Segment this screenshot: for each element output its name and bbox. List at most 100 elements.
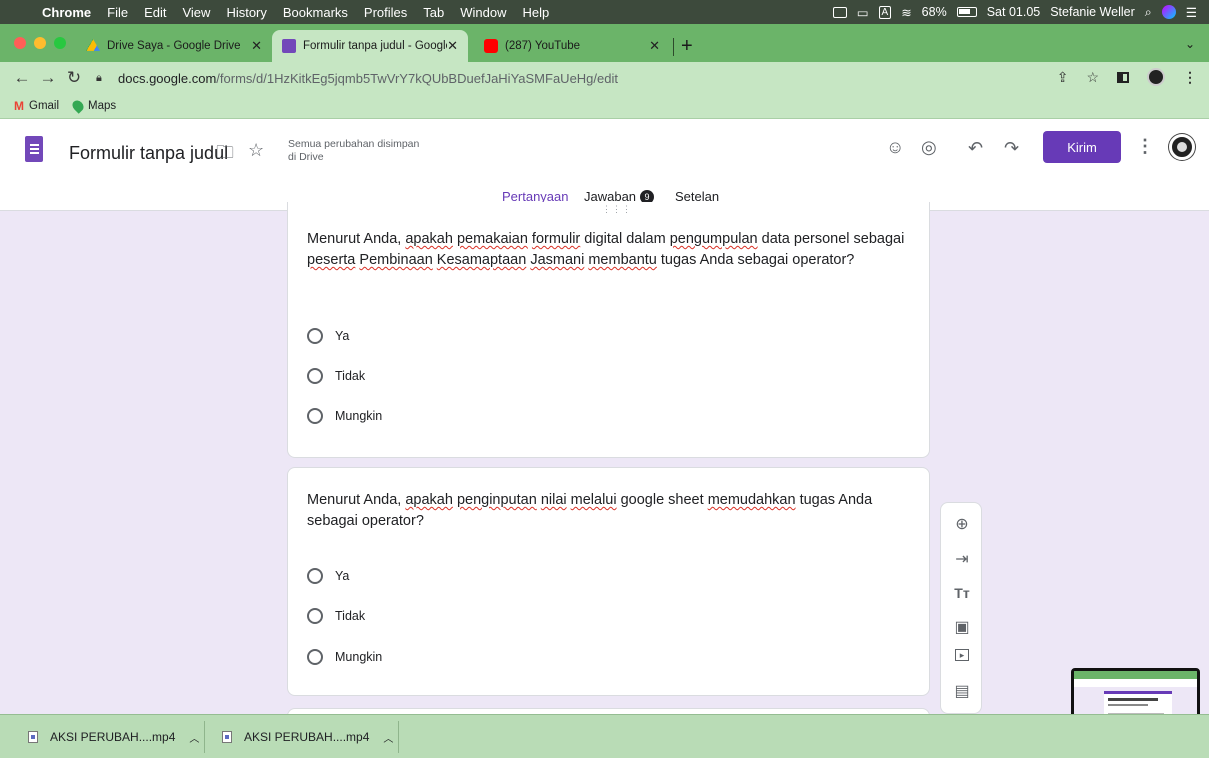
bookmark-maps[interactable]: Maps [70, 98, 116, 114]
menu-edit[interactable]: Edit [136, 5, 174, 20]
google-forms-logo-icon[interactable] [25, 136, 43, 162]
download-item[interactable]: AKSI PERUBAH....mp4 ︿ [28, 715, 199, 758]
tab-close-icon[interactable]: ✕ [447, 38, 458, 54]
bookmark-star-icon[interactable]: ☆ [1086, 69, 1099, 86]
spellcheck-word: penginputan [456, 492, 537, 508]
question-card[interactable]: ⋮⋮⋮ Menurut Anda, apakah pemakaian formu… [287, 202, 930, 458]
reload-icon[interactable]: ↻ [61, 68, 87, 88]
redo-icon[interactable]: ↷ [1004, 138, 1019, 159]
clock[interactable]: Sat 01.05 [987, 5, 1041, 19]
preview-eye-icon[interactable]: ◎ [921, 137, 937, 158]
lock-icon[interactable]: 🔒︎ [96, 72, 110, 85]
add-section-icon[interactable]: ▤ [941, 681, 983, 701]
battery-percent[interactable]: 68% [922, 5, 947, 19]
option-mungkin[interactable]: Mungkin [307, 408, 382, 424]
question-text[interactable]: Menurut Anda, apakah pemakaian formulir … [307, 229, 907, 271]
menu-app-chrome[interactable]: Chrome [34, 5, 99, 20]
forward-arrow-icon[interactable]: → [35, 68, 61, 88]
menu-profiles[interactable]: Profiles [356, 5, 415, 20]
user-name[interactable]: Stefanie Weller [1050, 5, 1135, 19]
question-text-segment: Menurut Anda, [307, 231, 406, 247]
battery-icon[interactable] [956, 7, 977, 17]
address-bar[interactable]: 🔒︎ docs.google.com/forms/d/1HzKitkEg5jqm… [96, 65, 1194, 91]
window-close-button[interactable] [14, 37, 26, 49]
tab-close-icon[interactable]: ✕ [251, 38, 262, 54]
profile-avatar-icon[interactable] [1147, 68, 1165, 86]
menu-view[interactable]: View [174, 5, 218, 20]
drag-handle-icon[interactable]: ⋮⋮⋮ [602, 204, 632, 215]
palette-icon[interactable]: ☺ [886, 137, 904, 158]
control-center-icon[interactable]: ☰ [1186, 5, 1197, 20]
question-text[interactable]: Menurut Anda, apakah penginputan nilai m… [307, 490, 907, 532]
radio-button[interactable] [307, 649, 323, 665]
window-minimize-button[interactable] [34, 37, 46, 49]
menu-tab[interactable]: Tab [415, 5, 452, 20]
side-panel-icon[interactable] [1117, 71, 1129, 83]
chevron-up-icon[interactable]: ︿ [189, 730, 199, 745]
spellcheck-word: Jasmani [530, 252, 585, 268]
window-zoom-button[interactable] [54, 37, 66, 49]
radio-button[interactable] [307, 328, 323, 344]
question-card[interactable]: Menurut Anda, apakah penginputan nilai m… [287, 467, 930, 696]
save-status-line: Semua perubahan disimpan [288, 138, 420, 150]
downloads-bar: AKSI PERUBAH....mp4 ︿ AKSI PERUBAH....mp… [0, 714, 1209, 758]
add-question-icon[interactable]: ⊕ [941, 514, 983, 534]
tab-youtube[interactable]: (287) YouTube ✕ [474, 30, 670, 62]
thumbnail-line [1108, 698, 1158, 701]
radio-button[interactable] [307, 408, 323, 424]
chevron-up-icon[interactable]: ︿ [383, 730, 393, 745]
account-avatar[interactable] [1169, 134, 1195, 160]
divider [204, 721, 205, 753]
menu-history[interactable]: History [218, 5, 274, 20]
undo-icon[interactable]: ↶ [968, 138, 983, 159]
radio-button[interactable] [307, 568, 323, 584]
option-tidak[interactable]: Tidak [307, 608, 365, 624]
folder-icon[interactable]: 🗀︎ [216, 140, 234, 170]
thumbnail-tabstrip [1074, 671, 1197, 679]
star-icon[interactable]: ☆ [248, 140, 264, 161]
import-questions-icon[interactable]: ⇥ [941, 549, 983, 569]
wifi-icon[interactable]: ≋ [901, 5, 911, 20]
menu-window[interactable]: Window [452, 5, 514, 20]
save-status: Semua perubahan disimpan di Drive [288, 138, 438, 164]
bookmark-gmail[interactable]: M Gmail [14, 99, 59, 113]
chrome-menu-icon[interactable]: ⋮ [1183, 69, 1197, 86]
screen-record-icon[interactable] [832, 6, 847, 18]
menu-bookmarks[interactable]: Bookmarks [275, 5, 356, 20]
option-mungkin[interactable]: Mungkin [307, 649, 382, 665]
siri-icon[interactable] [1161, 5, 1176, 19]
add-image-icon[interactable]: ▣ [941, 617, 983, 637]
radio-button[interactable] [307, 368, 323, 384]
option-ya[interactable]: Ya [307, 328, 349, 344]
option-ya[interactable]: Ya [307, 568, 349, 584]
spotlight-search-icon[interactable]: ⌕ [1145, 5, 1152, 20]
divider [398, 721, 399, 753]
back-arrow-icon[interactable]: ← [9, 68, 35, 88]
tab-search-chevron-icon[interactable]: ⌄ [1185, 37, 1195, 51]
menu-help[interactable]: Help [515, 5, 558, 20]
download-item[interactable]: AKSI PERUBAH....mp4 ︿ [222, 715, 393, 758]
save-status-line: di Drive [288, 151, 324, 163]
new-tab-button[interactable]: + [681, 35, 693, 58]
send-button[interactable]: Kirim [1043, 131, 1121, 163]
radio-button[interactable] [307, 608, 323, 624]
tab-close-icon[interactable]: ✕ [649, 38, 660, 54]
share-icon[interactable]: ⇪ [1057, 69, 1069, 86]
question-text-segment: google sheet [616, 492, 708, 508]
spellcheck-word: nilai [540, 492, 567, 508]
display-icon[interactable]: ▭ [857, 5, 869, 20]
option-tidak[interactable]: Tidak [307, 368, 365, 384]
thumbnail-header [1074, 679, 1197, 687]
add-video-icon[interactable]: ▸ [955, 649, 969, 661]
video-file-icon [222, 731, 232, 743]
tab-google-forms[interactable]: Formulir tanpa judul - Google F ✕ [272, 30, 468, 62]
add-title-icon[interactable]: Tт [941, 585, 983, 601]
more-options-icon[interactable]: ⋮ [1136, 136, 1154, 157]
form-title[interactable]: Formulir tanpa judul [69, 143, 228, 164]
forms-header: Formulir tanpa judul 🗀︎ ☆ Semua perubaha… [0, 119, 1209, 211]
tab-google-drive[interactable]: Drive Saya - Google Drive ✕ [76, 30, 272, 62]
google-drive-icon [86, 39, 100, 51]
spellcheck-word: apakah [405, 231, 453, 247]
input-source-icon[interactable]: A [878, 5, 892, 19]
menu-file[interactable]: File [99, 5, 136, 20]
